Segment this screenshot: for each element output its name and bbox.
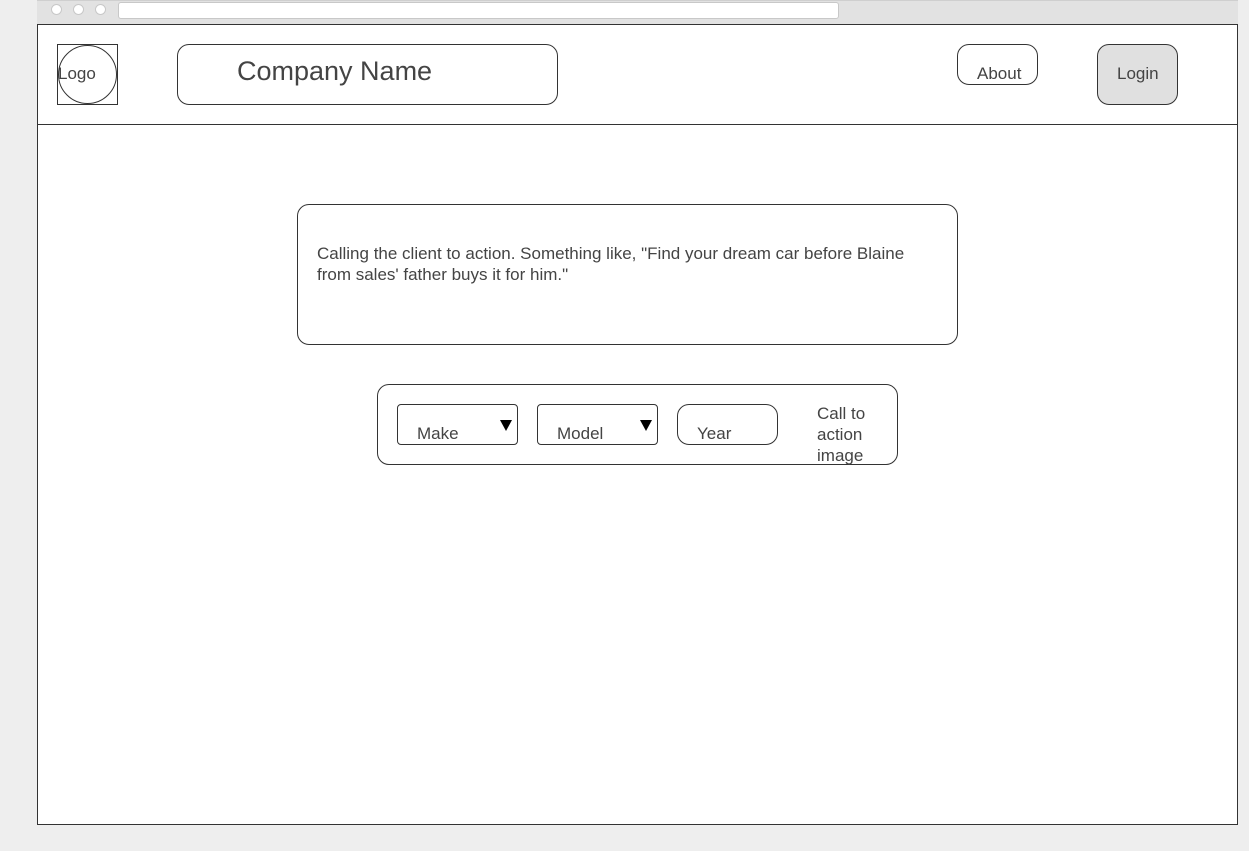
logo[interactable]: Logo [57,44,118,105]
model-select-label: Model [557,424,604,443]
login-button[interactable]: Login [1097,44,1178,105]
wireframe-canvas: Logo Company Name About Login Calling th… [0,0,1249,851]
browser-toolbar [37,0,1238,24]
company-name: Company Name [237,56,433,86]
call-to-action-box: Calling the client to action. Something … [297,204,958,345]
window-minimize-dot[interactable] [73,4,84,15]
about-button[interactable]: About [957,44,1038,85]
make-select[interactable]: Make [397,404,518,445]
header-divider [38,124,1237,125]
make-select-label: Make [417,424,459,443]
call-to-action-image-placeholder: Call to action image [817,404,866,465]
call-to-action-text: Calling the client to action. Something … [317,244,905,284]
about-button-label: About [977,64,1022,83]
page-viewport: Logo Company Name About Login Calling th… [37,24,1238,825]
year-input-label: Year [697,424,732,443]
window-close-dot[interactable] [51,4,62,15]
login-button-label: Login [1117,64,1159,83]
caret-down-icon [500,420,512,431]
year-input[interactable]: Year [677,404,778,445]
car-search-form: Make Model Year Call to action image [377,384,898,465]
company-name-box: Company Name [177,44,558,105]
logo-label: Logo [58,64,96,83]
address-bar[interactable] [118,2,839,19]
caret-down-icon [640,420,652,431]
window-maximize-dot[interactable] [95,4,106,15]
model-select[interactable]: Model [537,404,658,445]
